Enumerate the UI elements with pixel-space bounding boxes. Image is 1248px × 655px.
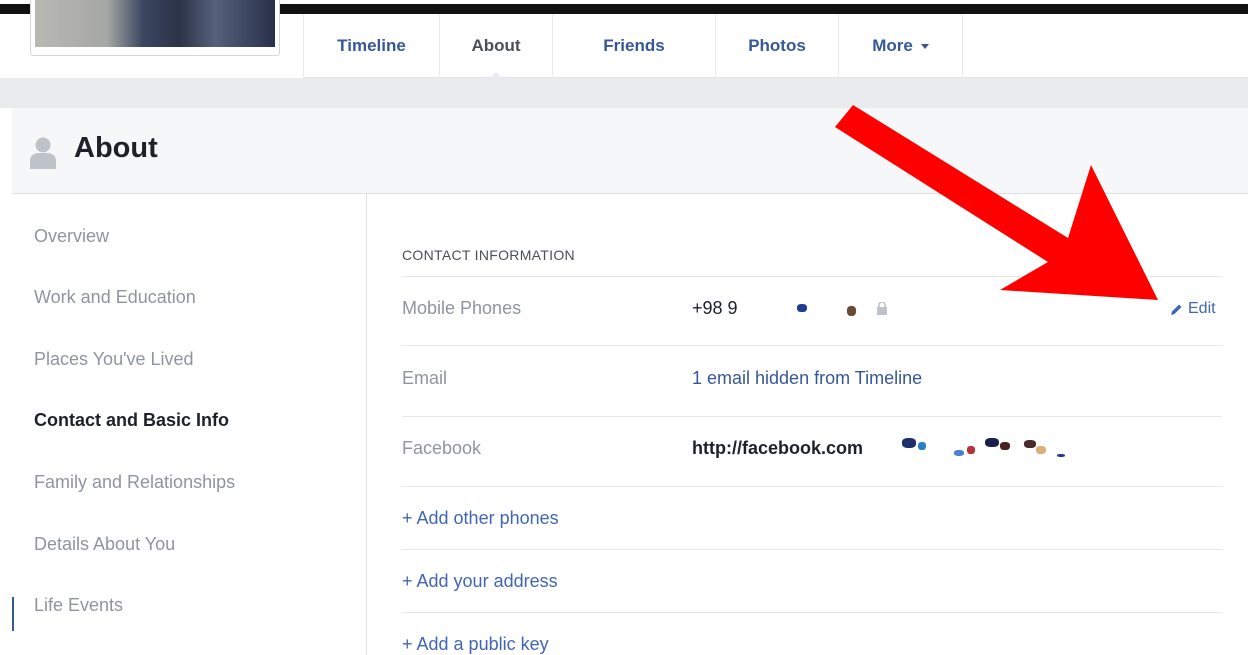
divider (402, 612, 1222, 613)
redaction-mark (797, 304, 807, 312)
divider (402, 486, 1222, 487)
tab-about-label: About (471, 36, 521, 55)
sidebar-item-overview[interactable]: Overview (34, 226, 109, 247)
sidebar-item-contact-basic-info[interactable]: Contact and Basic Info (34, 410, 229, 431)
section-title: CONTACT INFORMATION (402, 247, 575, 263)
redaction-mark (1000, 442, 1010, 450)
tab-about[interactable]: About (439, 14, 552, 79)
facebook-url-value: http://facebook.com (692, 438, 864, 458)
redaction-mark (847, 306, 856, 316)
tab-more-label: More (872, 36, 913, 55)
divider (402, 549, 1222, 550)
add-public-key-link[interactable]: + Add a public key (402, 634, 549, 655)
chevron-down-icon (920, 43, 929, 49)
about-title: About (74, 132, 158, 164)
tab-friends-label: Friends (603, 36, 665, 55)
tab-friends[interactable]: Friends (552, 14, 715, 78)
grey-band (0, 78, 1248, 108)
tab-timeline[interactable]: Timeline (303, 14, 439, 78)
email-value[interactable]: 1 email hidden from Timeline (692, 368, 922, 389)
edit-label: Edit (1188, 300, 1216, 317)
sidebar-item-work-education[interactable]: Work and Education (34, 287, 196, 308)
mobile-phones-value: +98 9 (692, 298, 738, 318)
mobile-phones-label: Mobile Phones (402, 298, 522, 318)
tab-more[interactable]: More (838, 14, 963, 78)
redaction-mark (902, 438, 916, 448)
about-sidebar: Overview Work and Education Places You'v… (12, 194, 367, 655)
redaction-mark (1057, 454, 1065, 457)
sidebar-item-places-lived[interactable]: Places You've Lived (34, 349, 194, 370)
sidebar-item-family-relationships[interactable]: Family and Relationships (34, 472, 235, 493)
add-address-link[interactable]: + Add your address (402, 571, 558, 592)
tab-photos[interactable]: Photos (715, 14, 838, 78)
add-other-phones-link[interactable]: + Add other phones (402, 508, 559, 529)
profile-thumbnail[interactable] (30, 0, 280, 56)
person-icon (30, 137, 56, 169)
lock-icon (877, 302, 887, 315)
tab-photos-label: Photos (748, 36, 806, 55)
redaction-mark (967, 446, 975, 454)
redaction-mark (1036, 446, 1046, 454)
divider (402, 416, 1222, 417)
tab-timeline-label: Timeline (337, 36, 406, 55)
redaction-mark (985, 438, 999, 447)
sidebar-item-details-about-you[interactable]: Details About You (34, 534, 175, 555)
edit-button[interactable]: Edit (1170, 300, 1216, 318)
pencil-icon (1171, 304, 1182, 315)
redaction-mark (954, 450, 964, 456)
facebook-label: Facebook (402, 438, 482, 458)
email-label: Email (402, 368, 448, 388)
profile-photo (35, 0, 275, 47)
contact-info-section: CONTACT INFORMATION Mobile Phones +98 9 … (402, 194, 1224, 655)
sidebar-item-life-events[interactable]: Life Events (34, 595, 123, 616)
divider (402, 276, 1222, 277)
redaction-mark (1024, 440, 1036, 448)
redaction-mark (918, 442, 926, 450)
divider (402, 345, 1222, 346)
about-header: About (12, 108, 1248, 194)
profile-nav: Timeline About Friends Photos More (303, 14, 1248, 79)
active-indicator (12, 597, 14, 631)
